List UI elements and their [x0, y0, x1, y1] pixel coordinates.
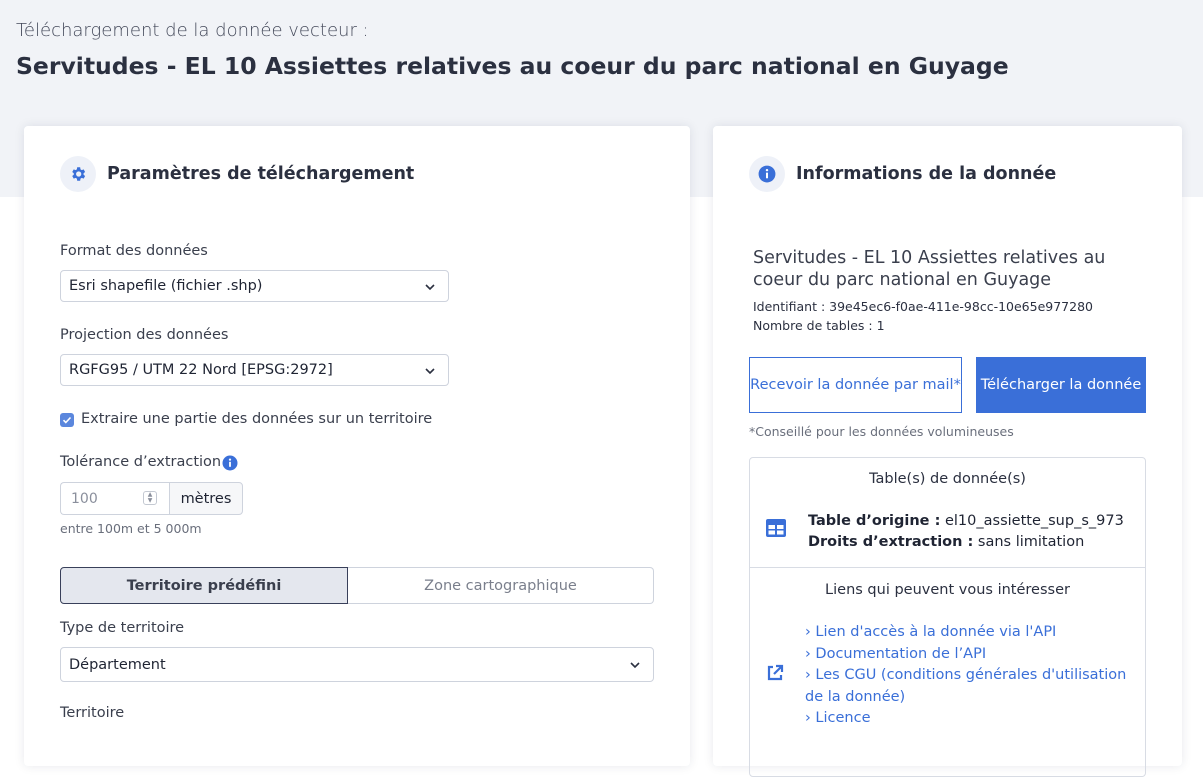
tolerance-hint: entre 100m et 5 000m: [60, 521, 202, 536]
params-title: Paramètres de téléchargement: [107, 164, 415, 184]
info-icon[interactable]: [222, 455, 238, 471]
link-api-access[interactable]: › Lien d'accès à la donnée via l'API: [805, 622, 1056, 644]
projection-label: Projection des données: [60, 327, 229, 343]
data-name: Servitudes - EL 10 Assiettes relatives a…: [753, 248, 1106, 290]
links-title: Liens qui peuvent vous intéresser: [825, 582, 1070, 598]
tables-box: Table(s) de donnée(s) Table d’origine : …: [749, 457, 1146, 777]
format-label: Format des données: [60, 243, 208, 259]
extract-label[interactable]: Extraire une partie des données sur un t…: [81, 411, 432, 427]
tolerance-value: 100: [71, 490, 98, 507]
territory-mode-tabs: Territoire prédéfini Zone cartographique: [60, 567, 654, 604]
chevron-down-icon: [630, 662, 640, 669]
tab-predefined-territory[interactable]: Territoire prédéfini: [60, 567, 348, 604]
origin-value: el10_assiette_sup_s_973: [944, 513, 1124, 529]
origin-label: Table d’origine :: [808, 513, 941, 529]
identifier: Identifiant : 39e45ec6-f0ae-411e-98cc-10…: [753, 299, 1093, 314]
download-button[interactable]: Télécharger la donnée: [976, 357, 1146, 413]
data-info-card: Informations de la donnée Servitudes - E…: [713, 126, 1182, 777]
info-circle-icon: [749, 156, 785, 192]
territory-type-label: Type de territoire: [60, 620, 185, 636]
extract-checkbox[interactable]: [60, 413, 74, 427]
info-title: Informations de la donnée: [796, 164, 1057, 184]
tolerance-label: Tolérance d’extraction: [60, 454, 222, 470]
chevron-down-icon: [425, 368, 435, 375]
link-licence[interactable]: › Licence: [805, 708, 871, 730]
gear-icon: [60, 156, 96, 192]
tab-map-zone[interactable]: Zone cartographique: [348, 567, 654, 604]
volume-footnote: *Conseillé pour les données volumineuses: [749, 424, 1014, 439]
tables-count: Nombre de tables : 1: [753, 318, 885, 333]
page-title: Servitudes - EL 10 Assiettes relatives a…: [16, 52, 1009, 80]
rights-value: sans limitation: [977, 534, 1085, 550]
rights-line: Droits d’extraction : sans limitation: [808, 534, 1084, 550]
link-api-docs[interactable]: › Documentation de l’API: [805, 644, 986, 666]
table-icon: [766, 519, 786, 537]
info-header: Informations de la donnée: [749, 156, 1056, 192]
projection-select[interactable]: RGFG95 / UTM 22 Nord [EPSG:2972]: [60, 354, 449, 386]
download-params-card: Paramètres de téléchargement Format des …: [24, 126, 690, 766]
page-subtitle: Téléchargement de la donnée vecteur :: [16, 20, 369, 41]
format-select[interactable]: Esri shapefile (fichier .shp): [60, 270, 449, 302]
link-cgu[interactable]: › Les CGU (conditions générales d'utilis…: [805, 665, 1135, 708]
check-icon: [62, 416, 72, 424]
territory-label: Territoire: [60, 705, 125, 721]
tables-title: Table(s) de donnée(s): [869, 471, 1026, 487]
params-header: Paramètres de téléchargement: [60, 156, 414, 192]
external-link-icon: [767, 664, 784, 681]
tolerance-unit: mètres: [169, 482, 243, 515]
divider: [750, 567, 1145, 568]
tolerance-input[interactable]: 100 ▲ ▼: [60, 482, 170, 515]
spinner-icon[interactable]: ▲ ▼: [143, 491, 157, 505]
origin-table-line: Table d’origine : el10_assiette_sup_s_97…: [808, 513, 1124, 529]
territory-type-select[interactable]: Département: [60, 647, 654, 682]
projection-value: RGFG95 / UTM 22 Nord [EPSG:2972]: [69, 362, 333, 378]
chevron-down-icon: [425, 284, 435, 291]
format-value: Esri shapefile (fichier .shp): [69, 278, 263, 294]
territory-type-value: Département: [69, 656, 166, 673]
rights-label: Droits d’extraction :: [808, 534, 974, 550]
receive-by-mail-button[interactable]: Recevoir la donnée par mail*: [749, 357, 962, 413]
